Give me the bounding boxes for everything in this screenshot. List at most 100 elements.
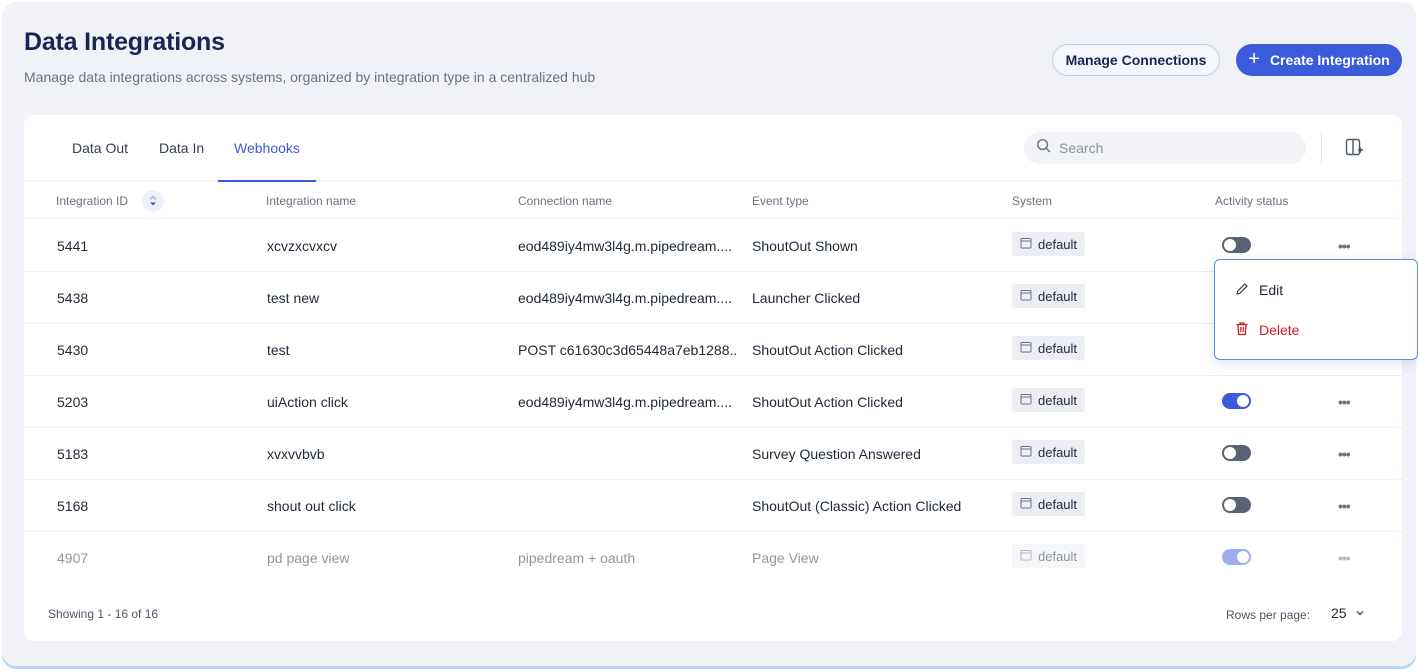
table-row[interactable]: 5438 test new eod489iy4mw3l4g.m.pipedream.… [24, 272, 1402, 324]
cell-status [1222, 480, 1251, 532]
activity-toggle[interactable] [1222, 497, 1251, 513]
cell-id: 5430 [57, 342, 89, 358]
cell-name: shout out click [267, 498, 356, 514]
toolbar-divider [1321, 132, 1322, 164]
cell-system: default [1012, 376, 1086, 428]
toggle-knob [1224, 239, 1236, 251]
cell-connection [518, 428, 738, 480]
activity-toggle[interactable] [1222, 393, 1251, 409]
menu-item-delete[interactable]: Delete [1215, 311, 1417, 349]
system-badge: default [1012, 544, 1086, 568]
table-row[interactable]: 5203 uiAction click eod489iy4mw3l4g.m.pipe… [24, 376, 1402, 428]
menu-item-edit[interactable]: Edit [1215, 271, 1417, 309]
calendar-icon [1020, 549, 1032, 564]
system-badge: default [1012, 388, 1086, 412]
toggle-knob [1224, 447, 1236, 459]
calendar-icon [1020, 237, 1032, 252]
trash-icon [1235, 321, 1249, 339]
rows-per-page-value: 25 [1331, 605, 1347, 621]
integrations-card: Data Out Data In Webhooks Integration ID [24, 115, 1402, 641]
cell-name: test [267, 342, 290, 358]
cell-connection: eod489iy4mw3l4g.m.pipedream.... [518, 394, 733, 410]
table-row[interactable]: 5183 xvxvvbvb Survey Question Answered defa… [24, 428, 1402, 480]
cell-system: default [1012, 480, 1086, 532]
chevron-down-icon [1355, 605, 1365, 621]
cell-name: pd page view [267, 550, 350, 566]
more-actions-icon[interactable]: ••• [1338, 446, 1350, 462]
cell-event: ShoutOut Action Clicked [752, 342, 903, 358]
system-label: default [1038, 392, 1078, 408]
more-actions-icon[interactable]: ••• [1338, 394, 1350, 410]
system-label: default [1038, 236, 1078, 252]
cell-system: default [1012, 428, 1086, 480]
table-row[interactable]: 4907 pd page view pipedream + oauth Page Vi… [24, 532, 1402, 584]
cell-name: uiAction click [267, 394, 348, 410]
activity-toggle[interactable] [1222, 549, 1251, 565]
cell-name: xvxvvbvb [267, 446, 325, 462]
tab-data-in[interactable]: Data In [143, 115, 220, 181]
page-title: Data Integrations [24, 28, 225, 56]
more-actions-icon[interactable]: ••• [1338, 238, 1350, 254]
rows-per-page-select[interactable]: 25 [1331, 605, 1365, 621]
cell-actions: ••• [1338, 532, 1350, 584]
system-badge: default [1012, 492, 1086, 516]
activity-toggle[interactable] [1222, 237, 1251, 253]
more-actions-icon[interactable]: ••• [1338, 550, 1350, 566]
column-header-event[interactable]: Event type [752, 182, 809, 219]
cell-name: test new [267, 290, 320, 306]
system-label: default [1038, 288, 1078, 304]
tab-webhooks[interactable]: Webhooks [218, 115, 316, 182]
search-input[interactable] [1059, 140, 1279, 156]
column-header-status[interactable]: Activity status [1215, 182, 1288, 219]
pagination-summary: Showing 1 - 16 of 16 [48, 607, 159, 621]
cell-system: default [1012, 272, 1086, 324]
cell-status [1222, 376, 1251, 428]
create-integration-button[interactable]: + Create Integration [1236, 44, 1402, 76]
search-icon [1036, 138, 1051, 158]
system-badge: default [1012, 232, 1086, 256]
column-header-name[interactable]: Integration name [266, 182, 356, 219]
cell-connection: POST c61630c3d65448a7eb1288... [518, 342, 738, 358]
cell-event: Launcher Clicked [752, 290, 861, 306]
cell-actions: ••• [1338, 480, 1350, 532]
cell-name: xcvzxcvxcv [267, 238, 337, 254]
tab-data-out[interactable]: Data Out [56, 115, 144, 181]
cell-connection: eod489iy4mw3l4g.m.pipedream.... [518, 290, 733, 306]
cell-actions: ••• [1338, 376, 1350, 428]
cell-event: ShoutOut Action Clicked [752, 394, 903, 410]
calendar-icon [1020, 341, 1032, 356]
cell-system: default [1012, 532, 1086, 584]
calendar-icon [1020, 393, 1032, 408]
table-row[interactable]: 5441 xcvzxcvxcv eod489iy4mw3l4g.m.pipedrea… [24, 220, 1402, 272]
column-header-connection[interactable]: Connection name [518, 182, 612, 219]
pencil-icon [1235, 282, 1249, 299]
cell-system: default [1012, 324, 1086, 376]
calendar-icon [1020, 289, 1032, 304]
cell-event: ShoutOut (Classic) Action Clicked [752, 498, 962, 514]
menu-item-delete-label: Delete [1259, 322, 1300, 338]
manage-connections-button[interactable]: Manage Connections [1052, 44, 1220, 76]
page-frame: Data Integrations Manage data integratio… [2, 2, 1418, 666]
page-subtitle: Manage data integrations across systems,… [24, 69, 596, 85]
system-badge: default [1012, 440, 1086, 464]
cell-id: 5183 [57, 446, 89, 462]
column-settings-icon[interactable] [1344, 137, 1366, 159]
cell-actions: ••• [1338, 428, 1350, 480]
system-badge: default [1012, 336, 1086, 360]
cell-id: 4907 [57, 550, 89, 566]
column-header-system[interactable]: System [1012, 182, 1052, 219]
table-row[interactable]: 5168 shout out click ShoutOut (Classic) Ac… [24, 480, 1402, 532]
toggle-knob [1224, 499, 1236, 511]
more-actions-icon[interactable]: ••• [1338, 498, 1350, 514]
system-label: default [1038, 496, 1078, 512]
activity-toggle[interactable] [1222, 445, 1251, 461]
cell-id: 5168 [57, 498, 89, 514]
cell-status [1222, 532, 1251, 584]
search-box [1024, 132, 1306, 164]
rows-per-page-label: Rows per page: [1226, 608, 1311, 622]
table-row[interactable]: 5430 test POST c61630c3d65448a7eb1288... Sh… [24, 324, 1402, 376]
system-badge: default [1012, 284, 1086, 308]
system-label: default [1038, 340, 1078, 356]
table-header: Integration ID Integration name Connecti… [24, 182, 1402, 219]
sort-icon[interactable] [142, 189, 165, 212]
